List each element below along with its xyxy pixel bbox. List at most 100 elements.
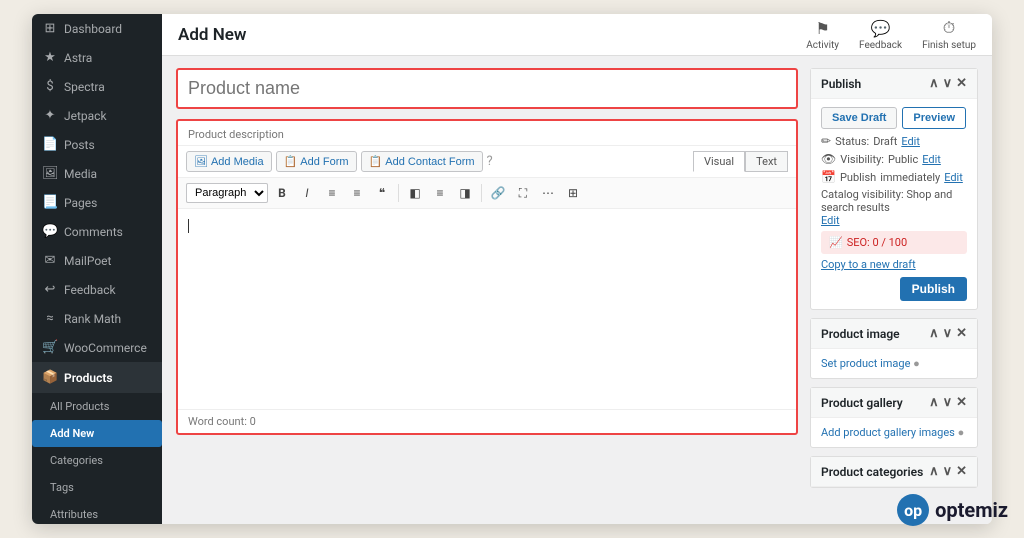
format-divider-2: [481, 184, 482, 202]
publish-date-edit-link[interactable]: Edit: [944, 171, 963, 184]
feedback-action[interactable]: 💬 Feedback: [859, 19, 902, 51]
sidebar-item-all-products[interactable]: All Products: [32, 393, 162, 420]
editor-toolbar-top: 🖼 Add Media 📋 Add Form 📋 Add Contact For…: [178, 146, 796, 178]
feedback-icon: ↩: [42, 282, 58, 297]
publish-panel-header: Publish ∧ ∨ ✕: [811, 69, 977, 99]
unordered-list-button[interactable]: ≡: [346, 182, 368, 204]
preview-button[interactable]: Preview: [902, 107, 966, 129]
product-image-close[interactable]: ✕: [956, 326, 967, 341]
product-image-chevron-down[interactable]: ∨: [943, 326, 953, 341]
sidebar-item-jetpack[interactable]: ✦ Jetpack: [32, 101, 162, 130]
mailpoet-icon: ✉: [42, 253, 58, 268]
add-contact-form-icon: 📋: [369, 155, 383, 168]
product-image-panel: Product image ∧ ∨ ✕ Set product image ●: [810, 318, 978, 379]
product-image-chevron-up[interactable]: ∧: [929, 326, 939, 341]
sidebar-item-spectra[interactable]: $ Spectra: [32, 72, 162, 101]
add-form-icon: 📋: [284, 155, 298, 168]
draft-preview-row: Save Draft Preview: [821, 107, 967, 129]
add-gallery-images-link[interactable]: Add product gallery images: [821, 426, 955, 439]
sidebar-item-pages[interactable]: 📃 Pages: [32, 188, 162, 217]
sidebar-item-attributes[interactable]: Attributes: [32, 501, 162, 524]
woocommerce-icon: 🛒: [42, 340, 58, 355]
product-gallery-chevron-down[interactable]: ∨: [943, 395, 953, 410]
sidebar-item-woocommerce[interactable]: 🛒 WooCommerce: [32, 333, 162, 362]
sidebar-item-categories[interactable]: Categories: [32, 447, 162, 474]
align-left-button[interactable]: ◧: [404, 182, 426, 204]
product-categories-chevron-up[interactable]: ∧: [929, 464, 939, 479]
status-edit-link[interactable]: Edit: [901, 135, 920, 148]
more-options-button[interactable]: ⋯: [537, 182, 559, 204]
seo-icon: 📈: [829, 236, 843, 249]
feedback-topbar-icon: 💬: [871, 19, 891, 38]
visibility-icon: 👁: [821, 152, 836, 166]
italic-button[interactable]: I: [296, 182, 318, 204]
products-icon: 📦: [42, 370, 58, 385]
add-contact-form-button[interactable]: 📋 Add Contact Form: [361, 151, 483, 172]
sidebar-item-tags[interactable]: Tags: [32, 474, 162, 501]
product-categories-icons: ∧ ∨ ✕: [929, 464, 967, 479]
add-media-button[interactable]: 🖼 Add Media: [186, 151, 272, 172]
product-categories-close[interactable]: ✕: [956, 464, 967, 479]
activity-action[interactable]: ⚑ Activity: [806, 19, 839, 51]
sidebar-item-feedback[interactable]: ↩ Feedback: [32, 275, 162, 304]
publish-button[interactable]: Publish: [900, 277, 967, 301]
product-categories-chevron-down[interactable]: ∨: [943, 464, 953, 479]
page-title: Add New: [178, 25, 246, 45]
set-product-image-link[interactable]: Set product image: [821, 357, 910, 370]
copy-draft-link[interactable]: Copy to a new draft: [821, 258, 967, 271]
spectra-icon: $: [42, 79, 58, 94]
link-button[interactable]: 🔗: [487, 182, 509, 204]
status-icon: ✏: [821, 134, 831, 148]
close-icon[interactable]: ✕: [956, 76, 967, 91]
comments-icon: 💬: [42, 224, 58, 239]
sidebar-item-posts[interactable]: 📄 Posts: [32, 130, 162, 159]
product-name-input[interactable]: [176, 68, 798, 109]
catalog-visibility: Catalog visibility: Shop and search resu…: [821, 188, 967, 227]
add-form-button[interactable]: 📋 Add Form: [276, 151, 357, 172]
chevron-up-icon[interactable]: ∧: [929, 76, 939, 91]
posts-icon: 📄: [42, 137, 58, 152]
editor-label: Product description: [178, 121, 796, 146]
sidebar-item-products[interactable]: 📦 Products: [32, 362, 162, 393]
save-draft-button[interactable]: Save Draft: [821, 107, 897, 129]
align-center-button[interactable]: ≡: [429, 182, 451, 204]
finish-setup-action[interactable]: ⏱ Finish setup: [922, 18, 976, 51]
editor-toolbar-format: Paragraph B I ≡ ≡ ❝ ◧ ≡ ◨ 🔗: [178, 178, 796, 209]
sidebar-item-dashboard[interactable]: ⊞ Dashboard: [32, 14, 162, 43]
sidebar-item-rank-math[interactable]: ≈ Rank Math: [32, 304, 162, 333]
topbar-actions: ⚑ Activity 💬 Feedback ⏱ Finish setup: [806, 18, 976, 51]
text-tab[interactable]: Text: [745, 151, 788, 172]
sidebar-item-media[interactable]: 🖼 Media: [32, 159, 162, 188]
blockquote-button[interactable]: ❝: [371, 182, 393, 204]
sidebar-item-comments[interactable]: 💬 Comments: [32, 217, 162, 246]
ordered-list-button[interactable]: ≡: [321, 182, 343, 204]
main-content: Product description 🖼 Add Media 📋 Add Fo…: [162, 56, 992, 524]
visual-tab[interactable]: Visual: [693, 151, 745, 172]
sidebar-item-mailpoet[interactable]: ✉ MailPoet: [32, 246, 162, 275]
product-gallery-close[interactable]: ✕: [956, 395, 967, 410]
chevron-down-icon[interactable]: ∨: [943, 76, 953, 91]
finish-setup-icon: ⏱: [943, 18, 955, 38]
product-gallery-chevron-up[interactable]: ∧: [929, 395, 939, 410]
sidebar-item-astra[interactable]: ★ Astra: [32, 43, 162, 72]
visibility-edit-link[interactable]: Edit: [922, 153, 941, 166]
align-right-button[interactable]: ◨: [454, 182, 476, 204]
product-gallery-help: ●: [958, 426, 965, 439]
product-image-icons: ∧ ∨ ✕: [929, 326, 967, 341]
editor-box: Product description 🖼 Add Media 📋 Add Fo…: [176, 119, 798, 435]
product-image-header: Product image ∧ ∨ ✕: [811, 319, 977, 349]
table-button[interactable]: ⊞: [562, 182, 584, 204]
bold-button[interactable]: B: [271, 182, 293, 204]
catalog-edit-link[interactable]: Edit: [821, 214, 840, 227]
calendar-icon: 📅: [821, 170, 836, 184]
sidebar-item-add-new[interactable]: Add New: [32, 420, 162, 447]
product-gallery-panel: Product gallery ∧ ∨ ✕ Add product galler…: [810, 387, 978, 448]
dashboard-icon: ⊞: [42, 21, 58, 36]
publish-date-row: 📅 Publish immediately Edit: [821, 170, 967, 184]
paragraph-select[interactable]: Paragraph: [186, 183, 268, 203]
fullscreen-toggle[interactable]: ⛶: [512, 182, 534, 204]
editor-body[interactable]: [178, 209, 796, 409]
pages-icon: 📃: [42, 195, 58, 210]
help-icon[interactable]: ?: [487, 154, 493, 169]
product-gallery-header: Product gallery ∧ ∨ ✕: [811, 388, 977, 418]
